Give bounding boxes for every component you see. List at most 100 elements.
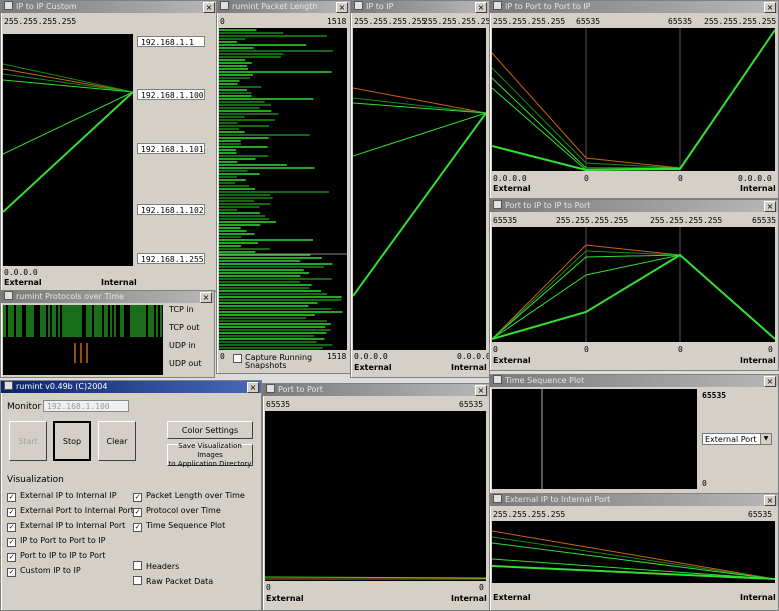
left-option-4[interactable]: ✓ Port to IP to IP to Port	[7, 551, 105, 562]
tcp-in-label: TCP in	[169, 305, 194, 314]
external-label: External	[493, 356, 531, 365]
close-icon[interactable]: ×	[475, 385, 487, 396]
ext-ip-int-port-window: External IP to Internal Port × 255.255.25…	[489, 493, 779, 611]
close-icon[interactable]: ×	[764, 2, 776, 13]
option-label: External Port to Internal Port	[20, 506, 134, 515]
checkbox-icon[interactable]	[133, 561, 142, 570]
window-icon	[493, 494, 502, 503]
capture-label: Capture Running Snapshots	[245, 353, 313, 370]
right-option-2[interactable]: ✓ Time Sequence Plot	[133, 521, 225, 532]
checkbox-icon[interactable]: ✓	[7, 493, 16, 502]
ext-ip-int-port-titlebar[interactable]: External IP to Internal Port ×	[490, 494, 778, 506]
axis1-top: 65535	[493, 216, 518, 225]
main-titlebar[interactable]: rumint v0.49b (C)2004 ×	[1, 381, 261, 393]
axis3-bottom: 0	[678, 345, 683, 354]
checkbox-icon[interactable]: ✓	[7, 508, 16, 517]
right-option-3[interactable]: Headers	[133, 561, 179, 571]
axis2-bottom: 0	[584, 345, 589, 354]
external-label: External	[493, 593, 531, 602]
left-option-0[interactable]: ✓ External IP to Internal IP	[7, 491, 117, 502]
monitor-input[interactable]: 192.168.1.100	[43, 400, 129, 412]
axis4-bottom: 0	[768, 345, 773, 354]
top-right-label: 255.255.255.255	[423, 17, 490, 26]
top-left-label: 255.255.255.255	[354, 17, 427, 26]
checkbox-icon[interactable]	[133, 576, 142, 585]
ip-to-ip-titlebar[interactable]: IP to IP ×	[351, 1, 489, 13]
close-icon[interactable]: ×	[336, 2, 348, 13]
left-option-1[interactable]: ✓ External Port to Internal Port	[7, 506, 134, 517]
port-to-port-titlebar[interactable]: Port to Port ×	[263, 384, 489, 396]
option-label: External IP to Internal Port	[20, 521, 126, 530]
internal-label: Internal	[101, 278, 137, 287]
time-sequence-titlebar[interactable]: Time Sequence Plot ×	[490, 375, 778, 387]
port-ip-ip-port-titlebar[interactable]: Port to IP to IP to Port ×	[490, 200, 778, 212]
checkbox-icon[interactable]: ✓	[7, 568, 16, 577]
checkbox-icon[interactable]	[233, 354, 242, 363]
checkbox-icon[interactable]: ✓	[133, 508, 142, 517]
axis4-bottom: 0.0.0.0	[738, 174, 772, 183]
ip-field-1[interactable]: 192.168.1.1	[137, 36, 205, 47]
close-icon[interactable]: ×	[475, 2, 487, 13]
bottom-right-label: 0.0.0.0	[457, 352, 490, 361]
time-sequence-plot	[492, 389, 697, 489]
window-icon	[4, 291, 13, 300]
option-label: External IP to Internal IP	[20, 491, 117, 500]
axis2-top: 65535	[576, 17, 601, 26]
save-images-button[interactable]: Save Visualization Images to Application…	[167, 442, 253, 468]
udp-in-label: UDP in	[169, 341, 196, 350]
checkbox-icon[interactable]: ✓	[7, 553, 16, 562]
ip-field-2[interactable]: 192.168.1.100	[137, 89, 205, 100]
min-label: 0	[702, 479, 707, 488]
packet-length-titlebar[interactable]: rumint Packet Length ×	[217, 1, 350, 13]
ip-field-5[interactable]: 192.168.1.255	[137, 253, 205, 264]
window-icon	[220, 1, 229, 10]
window-title: rumint Protocols over Time	[16, 292, 125, 301]
bottom-left-label: 0	[266, 583, 271, 592]
checkbox-icon[interactable]: ✓	[7, 523, 16, 532]
right-option-4[interactable]: Raw Packet Data	[133, 576, 213, 586]
right-option-1[interactable]: ✓ Protocol over Time	[133, 506, 221, 517]
ip-field-4[interactable]: 192.168.1.102	[137, 204, 205, 215]
window-title: Port to Port	[278, 385, 323, 394]
packet-length-plot	[219, 28, 347, 350]
internal-label: Internal	[740, 356, 776, 365]
checkbox-icon[interactable]: ✓	[133, 493, 142, 502]
left-option-2[interactable]: ✓ External IP to Internal Port	[7, 521, 125, 532]
external-label: External	[354, 363, 392, 372]
bottom-min-label: 0	[220, 352, 225, 361]
close-icon[interactable]: ×	[764, 495, 776, 506]
color-settings-button[interactable]: Color Settings	[167, 421, 253, 439]
close-icon[interactable]: ×	[764, 376, 776, 387]
ip-custom-plot	[3, 34, 133, 266]
stop-button[interactable]: Stop	[53, 421, 91, 461]
axis3-top: 65535	[668, 17, 693, 26]
chevron-down-icon[interactable]: ▼	[760, 434, 771, 444]
port-ip-ip-port-window: Port to IP to IP to Port × 65535 255.255.…	[489, 199, 779, 371]
ip-field-3[interactable]: 192.168.1.101	[137, 143, 205, 154]
axis1-top: 255.255.255.255	[493, 17, 566, 26]
option-label: Raw Packet Data	[146, 577, 214, 586]
ip-custom-titlebar[interactable]: IP to IP Custom ×	[1, 1, 217, 13]
axis-select[interactable]: External Port ▼	[702, 433, 772, 445]
protocol-window: rumint Protocols over Time × TCP in TCP o…	[0, 290, 215, 378]
close-icon[interactable]: ×	[247, 382, 259, 393]
ip-to-ip-window: IP to IP × 255.255.255.255 255.255.255.25…	[350, 0, 490, 378]
left-option-5[interactable]: ✓ Custom IP to IP	[7, 566, 81, 577]
close-icon[interactable]: ×	[200, 292, 212, 303]
close-icon[interactable]: ×	[764, 201, 776, 212]
close-icon[interactable]: ×	[203, 2, 215, 13]
window-title: Time Sequence Plot	[505, 376, 585, 385]
left-option-3[interactable]: ✓ IP to Port to Port to IP	[7, 536, 105, 547]
port-ip-ip-port-plot	[492, 227, 775, 342]
ip-port-port-ip-titlebar[interactable]: IP to Port to Port to IP ×	[490, 1, 778, 13]
ip-to-ip-plot	[353, 28, 486, 350]
protocol-titlebar[interactable]: rumint Protocols over Time ×	[1, 291, 214, 303]
checkbox-icon[interactable]: ✓	[133, 523, 142, 532]
clear-button[interactable]: Clear	[98, 421, 136, 461]
window-icon	[493, 375, 502, 384]
start-button[interactable]: Start	[9, 421, 47, 461]
right-option-0[interactable]: ✓ Packet Length over Time	[133, 491, 245, 502]
ip-custom-window: IP to IP Custom × 255.255.255.255 192.168…	[0, 0, 218, 292]
ip-port-port-ip-window: IP to Port to Port to IP × 255.255.255.25…	[489, 0, 779, 199]
checkbox-icon[interactable]: ✓	[7, 538, 16, 547]
